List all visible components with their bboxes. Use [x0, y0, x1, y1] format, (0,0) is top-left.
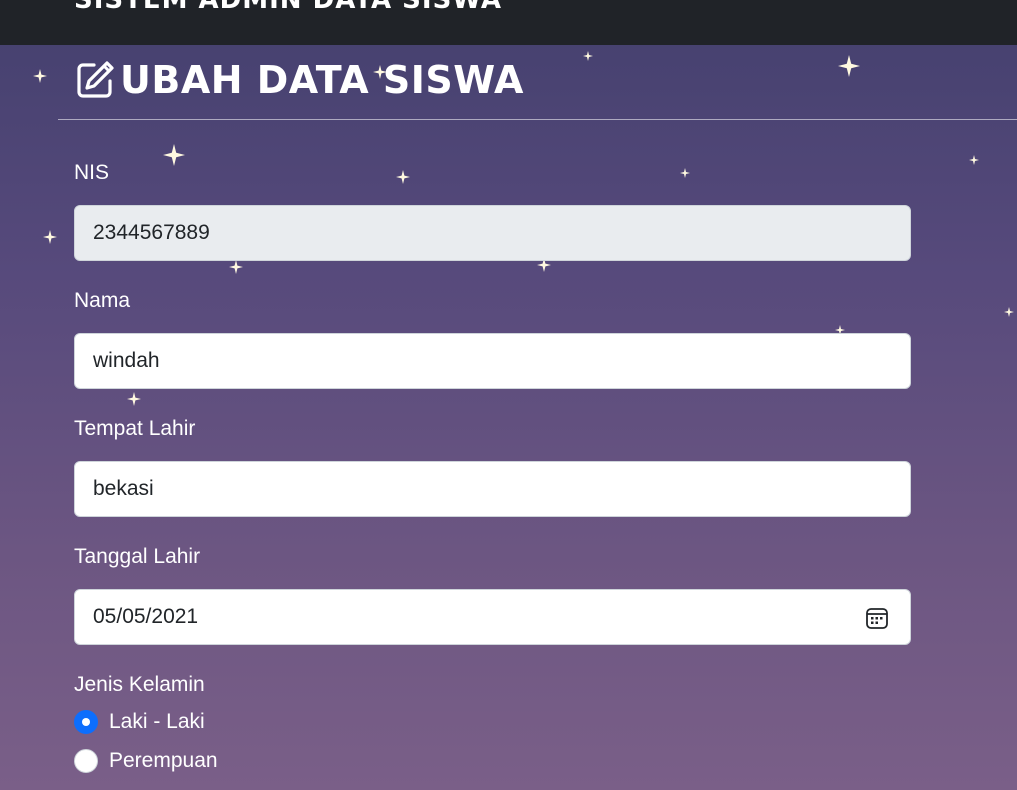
nis-input[interactable]: 2344567889 — [74, 205, 911, 261]
star-icon — [163, 144, 185, 166]
star-icon — [1004, 307, 1014, 317]
tanggal-lahir-label: Tanggal Lahir — [74, 545, 201, 568]
page-title-text: UBAH DATA SISWA — [120, 58, 524, 102]
star-icon — [127, 392, 141, 406]
nama-value: windah — [93, 349, 160, 372]
calendar-icon[interactable] — [865, 606, 889, 630]
star-icon — [838, 55, 860, 77]
tempat-lahir-input[interactable]: bekasi — [74, 461, 911, 517]
star-icon — [229, 260, 243, 274]
tempat-lahir-label: Tempat Lahir — [74, 417, 196, 440]
star-icon — [680, 168, 690, 178]
radio-perempuan-label[interactable]: Perempuan — [109, 749, 218, 773]
star-icon — [583, 51, 593, 61]
radio-option-perempuan[interactable]: Perempuan — [74, 749, 218, 773]
edit-square-icon — [77, 61, 114, 98]
nama-input[interactable]: windah — [74, 333, 911, 389]
radio-perempuan[interactable] — [74, 749, 98, 773]
nis-label: NIS — [74, 161, 110, 184]
star-icon — [396, 170, 410, 184]
nama-label: Nama — [74, 289, 131, 312]
top-navbar: SISTEM ADMIN DATA SISWA — [0, 0, 1017, 45]
page-title: UBAH DATA SISWA — [74, 58, 524, 102]
star-icon — [43, 230, 57, 244]
navbar-brand[interactable]: SISTEM ADMIN DATA SISWA — [74, 0, 502, 15]
title-divider — [58, 119, 1017, 120]
star-icon — [33, 69, 47, 83]
radio-option-laki-laki[interactable]: Laki - Laki — [74, 710, 205, 734]
tanggal-lahir-value: 05/05/2021 — [93, 605, 199, 628]
jenis-kelamin-label: Jenis Kelamin — [74, 673, 205, 696]
radio-laki-laki-label[interactable]: Laki - Laki — [109, 710, 205, 734]
tempat-lahir-value: bekasi — [93, 477, 154, 500]
star-icon — [969, 155, 979, 165]
tanggal-lahir-input[interactable]: 05/05/2021 — [74, 589, 911, 645]
nis-value: 2344567889 — [93, 221, 210, 244]
radio-laki-laki[interactable] — [74, 710, 98, 734]
